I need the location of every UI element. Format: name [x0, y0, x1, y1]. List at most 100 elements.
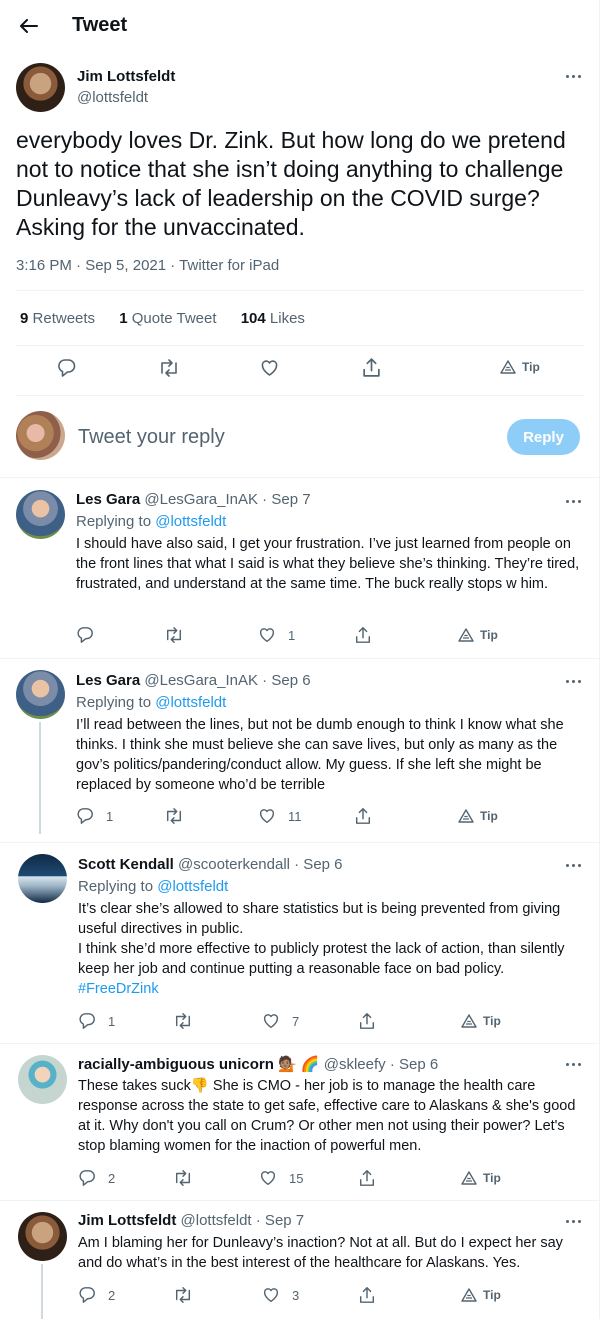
thread-line — [41, 1264, 43, 1319]
more-options-icon[interactable] — [561, 673, 585, 689]
retweet-action[interactable] — [164, 626, 184, 644]
author-handle-date[interactable]: @lottsfeldt · Sep 7 — [181, 1212, 305, 1229]
reply-header: racially-ambiguous unicorn 💁🏽 🌈 @skleefy… — [78, 1055, 438, 1073]
header: Tweet — [0, 0, 599, 52]
author-name[interactable]: Scott Kendall — [78, 856, 174, 873]
likes-stat[interactable]: 104 Likes — [241, 310, 305, 327]
retweets-stat[interactable]: 9 Retweets — [20, 310, 95, 327]
author-handle-date[interactable]: @scooterkendall · Sep 6 — [178, 856, 342, 873]
tip-icon — [461, 1014, 477, 1028]
tip-action[interactable]: Tip — [500, 360, 540, 374]
reply-header: Scott Kendall @scooterkendall · Sep 6 — [78, 856, 343, 873]
author-handle-date[interactable]: @LesGara_InAK · Sep 7 — [144, 491, 310, 508]
reply-text: I should have also said, I get your frus… — [76, 536, 580, 592]
arrow-left-icon — [20, 19, 38, 33]
heart-icon — [263, 1014, 279, 1029]
reply-icon — [79, 1013, 95, 1029]
more-options-icon[interactable] — [561, 857, 585, 873]
author-name[interactable]: Les Gara — [76, 672, 140, 689]
author-handle-date[interactable]: @LesGara_InAK · Sep 6 — [144, 672, 310, 689]
avatar[interactable] — [16, 490, 65, 539]
retweet-action[interactable] — [158, 358, 180, 378]
tip-action[interactable]: Tip — [458, 809, 498, 823]
reply-count: 1 — [106, 808, 114, 824]
reply-button[interactable]: Reply — [507, 419, 580, 455]
share-action[interactable] — [361, 357, 382, 378]
author-handle[interactable]: @lottsfeldt — [77, 89, 148, 106]
tweet-text: everybody loves Dr. Zink. But how long d… — [16, 127, 566, 240]
reply-action[interactable]: 1 — [78, 1012, 115, 1030]
thread-line — [39, 722, 41, 834]
tweet-timestamp[interactable]: 3:16 PM · Sep 5, 2021 · Twitter for iPad — [16, 257, 279, 274]
share-action[interactable] — [354, 807, 372, 825]
like-action[interactable]: 15 — [259, 1169, 303, 1187]
author-name[interactable]: racially-ambiguous unicorn 💁🏽 🌈 — [78, 1056, 320, 1073]
like-action[interactable]: 7 — [262, 1012, 299, 1030]
like-action[interactable]: 11 — [258, 807, 302, 825]
tweet-page: Tweet Jim Lottsfeldt @lottsfeldt everybo… — [0, 0, 600, 1319]
mention-link[interactable]: @lottsfeldt — [157, 878, 228, 895]
reply-action[interactable]: 2 — [78, 1169, 115, 1187]
reply-header: Jim Lottsfeldt @lottsfeldt · Sep 7 — [78, 1212, 304, 1229]
avatar[interactable] — [18, 1055, 67, 1104]
reply-icon — [77, 627, 93, 643]
more-options-icon[interactable] — [561, 1213, 585, 1229]
retweet-icon — [166, 808, 182, 824]
share-action[interactable] — [358, 1012, 376, 1030]
like-count: 1 — [288, 627, 296, 643]
tip-action[interactable]: Tip — [461, 1014, 501, 1028]
like-action[interactable] — [259, 358, 280, 378]
retweet-action[interactable] — [173, 1012, 193, 1030]
tip-action[interactable]: Tip — [458, 628, 498, 642]
reply-action[interactable]: 2 — [78, 1286, 115, 1304]
share-action[interactable] — [358, 1286, 376, 1304]
reply-header: Les Gara @LesGara_InAK · Sep 7 — [76, 491, 311, 508]
retweet-action[interactable] — [164, 807, 184, 825]
share-action[interactable] — [358, 1169, 376, 1187]
heart-icon — [263, 1288, 279, 1303]
reply-icon — [58, 359, 76, 377]
avatar[interactable] — [16, 63, 65, 112]
share-action[interactable] — [354, 626, 372, 644]
replying-to: Replying to @lottsfeldt — [76, 513, 227, 530]
author-name[interactable]: Jim Lottsfeldt — [78, 1212, 176, 1229]
replying-to: Replying to @lottsfeldt — [76, 694, 227, 711]
like-action[interactable]: 3 — [262, 1286, 299, 1304]
like-action[interactable]: 1 — [258, 626, 295, 644]
author-name[interactable]: Jim Lottsfeldt — [77, 68, 175, 85]
tip-action[interactable]: Tip — [461, 1171, 501, 1185]
share-icon — [355, 808, 371, 824]
more-options-icon[interactable] — [561, 1056, 585, 1072]
quote-tweets-stat[interactable]: 1 Quote Tweet — [119, 310, 216, 327]
reply-text: I’ll read between the lines, but not be … — [76, 717, 564, 793]
share-icon — [359, 1170, 375, 1186]
mention-link[interactable]: @lottsfeldt — [155, 513, 226, 530]
tip-action[interactable]: Tip — [461, 1288, 501, 1302]
back-button[interactable] — [14, 12, 44, 40]
mention-link[interactable]: @lottsfeldt — [155, 694, 226, 711]
hashtag-link[interactable]: #FreeDrZink — [78, 979, 590, 999]
retweet-action[interactable] — [173, 1286, 193, 1304]
author-handle-date[interactable]: @skleefy · Sep 6 — [324, 1056, 438, 1073]
tip-icon — [458, 628, 474, 642]
avatar[interactable] — [18, 1212, 67, 1261]
retweet-action[interactable] — [173, 1169, 193, 1187]
tweet-stats: 9 Retweets 1 Quote Tweet 104 Likes — [20, 310, 325, 327]
reply-text: It’s clear she’s allowed to share statis… — [78, 901, 561, 937]
reply-action[interactable]: 1 — [76, 807, 113, 825]
reply-count: 2 — [108, 1170, 116, 1186]
reply-action[interactable] — [76, 626, 94, 644]
more-options-icon[interactable] — [561, 493, 585, 509]
author-name[interactable]: Les Gara — [76, 491, 140, 508]
reply-input[interactable]: Tweet your reply — [78, 426, 225, 449]
like-count: 3 — [292, 1287, 300, 1303]
reply-text: These takes suck👎 She is CMO - her job i… — [78, 1078, 576, 1154]
avatar[interactable] — [18, 854, 67, 903]
heart-icon — [261, 360, 278, 376]
heart-icon — [259, 628, 275, 643]
tip-icon — [461, 1171, 477, 1185]
reply-action[interactable] — [56, 358, 77, 378]
more-options-icon[interactable] — [561, 68, 585, 84]
avatar[interactable] — [16, 670, 65, 719]
my-avatar — [16, 411, 65, 460]
